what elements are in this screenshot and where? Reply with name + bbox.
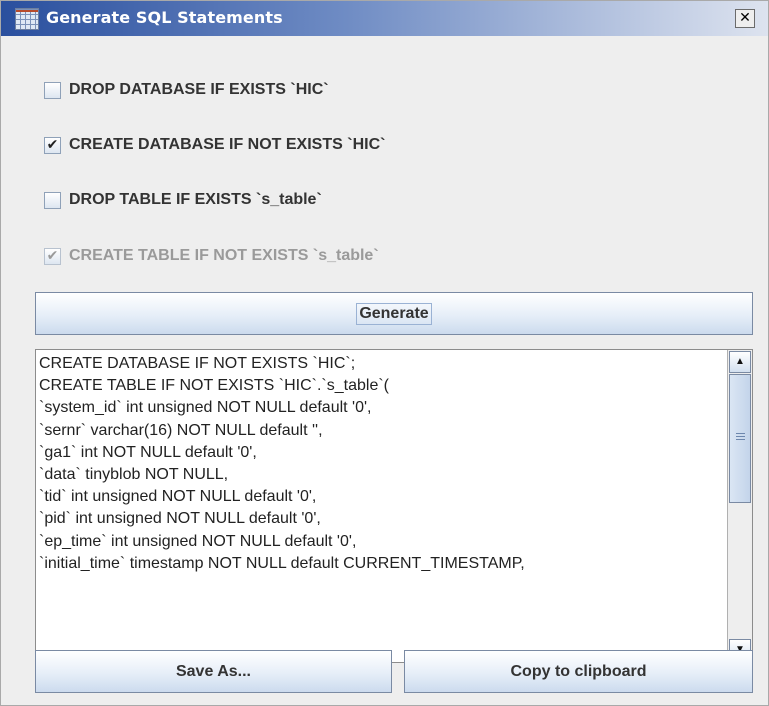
option-drop-table[interactable]: DROP TABLE IF EXISTS `s_table` — [44, 189, 322, 211]
scroll-thumb[interactable] — [729, 374, 751, 503]
checkbox-create-table: ✔ — [44, 247, 61, 265]
sql-output-area[interactable]: CREATE DATABASE IF NOT EXISTS `HIC`; CREA… — [35, 349, 753, 663]
copy-to-clipboard-button[interactable]: Copy to clipboard — [404, 650, 753, 693]
generate-sql-dialog: Generate SQL Statements ✕ DROP DATABASE … — [0, 0, 769, 706]
table-icon — [15, 8, 39, 30]
sql-line: `system_id` int unsigned NOT NULL defaul… — [39, 399, 372, 417]
option-create-table: ✔ CREATE TABLE IF NOT EXISTS `s_table` — [44, 245, 379, 267]
checkbox-create-database[interactable]: ✔ — [44, 136, 61, 154]
sql-line: CREATE DATABASE IF NOT EXISTS `HIC`; — [39, 355, 356, 372]
generate-button[interactable]: Generate — [35, 292, 753, 335]
sql-line: `pid` int unsigned NOT NULL default '0', — [39, 510, 321, 528]
sql-line: `sernr` varchar(16) NOT NULL default '', — [39, 421, 323, 439]
window-title: Generate SQL Statements — [46, 8, 283, 27]
sql-line: `initial_time` timestamp NOT NULL defaul… — [39, 554, 525, 572]
vertical-scrollbar[interactable]: ▲ ▼ — [727, 350, 752, 662]
option-label: CREATE TABLE IF NOT EXISTS `s_table` — [69, 247, 379, 264]
option-label: DROP DATABASE IF EXISTS `HIC` — [69, 81, 329, 98]
checkbox-drop-database[interactable] — [44, 81, 61, 99]
title-bar[interactable]: Generate SQL Statements ✕ — [1, 1, 768, 36]
checkbox-drop-table[interactable] — [44, 191, 61, 209]
grip-icon — [736, 433, 745, 440]
scroll-up-button[interactable]: ▲ — [729, 351, 751, 373]
sql-line: `ep_time` int unsigned NOT NULL default … — [39, 532, 357, 550]
sql-line: `ga1` int NOT NULL default '0', — [39, 443, 257, 461]
option-label: DROP TABLE IF EXISTS `s_table` — [69, 191, 322, 208]
sql-output-text[interactable]: CREATE DATABASE IF NOT EXISTS `HIC`; CREA… — [39, 353, 725, 575]
sql-line: `tid` int unsigned NOT NULL default '0', — [39, 488, 317, 506]
option-label: CREATE DATABASE IF NOT EXISTS `HIC` — [69, 136, 386, 153]
option-drop-database[interactable]: DROP DATABASE IF EXISTS `HIC` — [44, 79, 329, 101]
sql-line: `data` tinyblob NOT NULL, — [39, 466, 229, 484]
option-create-database[interactable]: ✔ CREATE DATABASE IF NOT EXISTS `HIC` — [44, 134, 385, 156]
save-as-button[interactable]: Save As... — [35, 650, 392, 693]
sql-line: CREATE TABLE IF NOT EXISTS `HIC`.`s_tabl… — [39, 377, 389, 395]
close-button[interactable]: ✕ — [735, 9, 755, 28]
generate-button-label: Generate — [356, 302, 432, 325]
